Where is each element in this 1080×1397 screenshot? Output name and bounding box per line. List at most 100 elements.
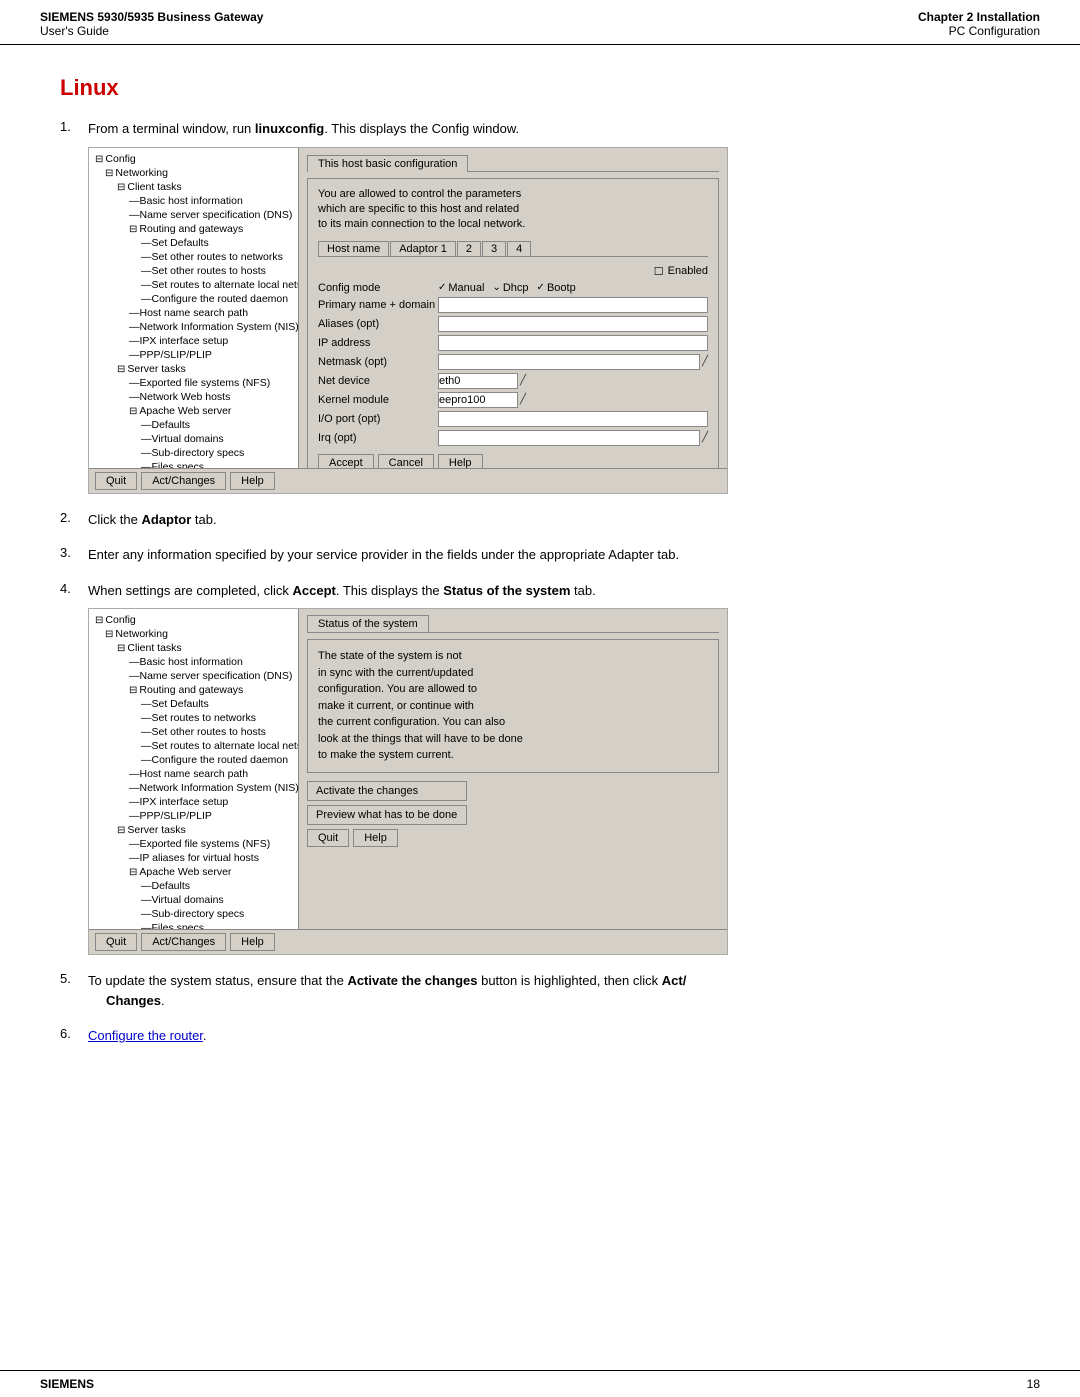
tree-item: ⊟Apache Web server [93,404,294,418]
adaptor-tab-2[interactable]: 2 [457,241,481,256]
kernel-module-input[interactable] [438,392,518,408]
tree-item: ⊟Config [93,152,294,166]
status-content-text: The state of the system is not in sync w… [318,648,708,764]
steps-list: 1. From a terminal window, run linuxconf… [60,119,1020,1046]
tree-item: —Name server specification (DNS) [93,208,294,222]
step-2-text: Click the Adaptor tab. [88,510,217,530]
step-1-text: From a terminal window, run linuxconfig.… [88,119,519,139]
step-6-num: 6. [60,1026,88,1046]
adaptor-tab-bar: Host name Adaptor 1 2 3 4 [318,241,708,257]
radio-manual[interactable]: ✓ Manual [438,282,484,294]
arrow-icon: ╱ [702,356,708,367]
field-io-port: I/O port (opt) [318,411,708,427]
header-product: SIEMENS 5930/5935 Business Gateway [40,10,263,24]
ip-input[interactable] [438,335,708,351]
step-3-text: Enter any information specified by your … [88,545,679,565]
help-button-status[interactable]: Help [353,829,398,847]
aliases-input[interactable] [438,316,708,332]
tree-item: —Files specs [93,460,294,468]
tree-item: —IP aliases for virtual hosts [93,851,294,865]
help-button-1[interactable]: Help [230,472,275,490]
step-6-text: Configure the router. [88,1026,207,1046]
adaptor-tab-3[interactable]: 3 [482,241,506,256]
field-label: Irq (opt) [318,432,438,444]
tree-item: —PPP/SLIP/PLIP [93,348,294,362]
field-label: Kernel module [318,394,438,406]
step-2-num: 2. [60,510,88,530]
netmask-input[interactable] [438,354,700,370]
preview-button[interactable]: Preview what has to be done [307,805,467,825]
tree-item: —Exported file systems (NFS) [93,837,294,851]
step-1-num: 1. [60,119,88,139]
status-right: Status of the system The state of the sy… [299,609,727,929]
step-6: 6. Configure the router. [60,1026,1020,1046]
tree-item: ⊟Apache Web server [93,865,294,879]
quit-button-status[interactable]: Quit [307,829,349,847]
tree-item: —Basic host information [93,655,294,669]
field-label: Aliases (opt) [318,318,438,330]
tab-basic-config[interactable]: This host basic configuration [307,155,468,172]
tree-item: ⊟Networking [93,627,294,641]
quit-button-1[interactable]: Quit [95,472,137,490]
field-ip: IP address [318,335,708,351]
radio-bootp[interactable]: ✓ Bootp [537,282,576,294]
enabled-checkbox[interactable]: ☐ [654,265,664,278]
help-button-2[interactable]: Help [230,933,275,951]
field-kernel-module: Kernel module ╱ [318,392,708,408]
tree-item: —Host name search path [93,306,294,320]
config-right-1: This host basic configuration You are al… [299,148,727,468]
cancel-button[interactable]: Cancel [378,454,434,468]
tree-item: —Set other routes to hosts [93,264,294,278]
accept-cancel-buttons: Accept Cancel Help [318,454,708,468]
field-net-device: Net device ╱ [318,373,708,389]
activate-changes-button[interactable]: Activate the changes [307,781,467,801]
tree-item: ⊟Routing and gateways [93,222,294,236]
page-footer: SIEMENS 18 [0,1370,1080,1397]
step-4: 4. When settings are completed, click Ac… [60,581,1020,956]
io-port-input[interactable] [438,411,708,427]
config-tree-1: ⊟Config ⊟Networking ⊟Client tasks —Basic… [89,148,299,468]
tree-item: —Configure the routed daemon [93,292,294,306]
field-label: Net device [318,375,438,387]
host-name-tab[interactable]: Host name [318,241,389,256]
tree-item: —Network Information System (NIS) [93,781,294,795]
tree-item: ⊟Server tasks [93,823,294,837]
radio-dhcp[interactable]: ⌄ Dhcp [492,282,528,294]
tree-item: —Sub-directory specs [93,907,294,921]
tree-item: —Virtual domains [93,893,294,907]
help-button-inner[interactable]: Help [438,454,483,468]
step-2: 2. Click the Adaptor tab. [60,510,1020,530]
act-changes-button-2[interactable]: Act/Changes [141,933,226,951]
configure-router-link[interactable]: Configure the router [88,1028,203,1043]
page-header: SIEMENS 5930/5935 Business Gateway User'… [0,0,1080,45]
config-tree-2: ⊟Config ⊟Networking ⊟Client tasks —Basic… [89,609,299,929]
step-5-num: 5. [60,971,88,1010]
tree-item: ⊟Networking [93,166,294,180]
tree-item: —PPP/SLIP/PLIP [93,809,294,823]
adaptor-tab-4[interactable]: 4 [507,241,531,256]
accept-button[interactable]: Accept [318,454,374,468]
config-mode-label: Config mode [318,282,438,294]
config-mode-row: Config mode ✓ Manual ⌄ Dhcp ✓ Bootp [318,282,708,294]
tree-item: —IPX interface setup [93,334,294,348]
config-window-2: ⊟Config ⊟Networking ⊟Client tasks —Basic… [89,609,727,929]
irq-input[interactable] [438,430,700,446]
tree-item: —Set routes to alternate local nets [93,739,294,753]
step-1: 1. From a terminal window, run linuxconf… [60,119,1020,494]
tree-item: ⊟Routing and gateways [93,683,294,697]
act-changes-button-1[interactable]: Act/Changes [141,472,226,490]
field-primary-name: Primary name + domain [318,297,708,313]
tree-item: —Basic host information [93,194,294,208]
status-tab-bar: Status of the system [307,615,719,633]
primary-name-input[interactable] [438,297,708,313]
info-text-1: You are allowed to control the parameter… [318,187,708,233]
tree-item: —Set routes to alternate local nets [93,278,294,292]
status-tab[interactable]: Status of the system [307,615,429,632]
header-section: PC Configuration [918,24,1040,38]
status-small-buttons: Quit Help [307,829,719,847]
adaptor-tab-1[interactable]: Adaptor 1 [390,241,456,256]
status-content-box: The state of the system is not in sync w… [307,639,719,773]
net-device-input[interactable] [438,373,518,389]
quit-button-2[interactable]: Quit [95,933,137,951]
form-section-1: You are allowed to control the parameter… [307,178,719,468]
